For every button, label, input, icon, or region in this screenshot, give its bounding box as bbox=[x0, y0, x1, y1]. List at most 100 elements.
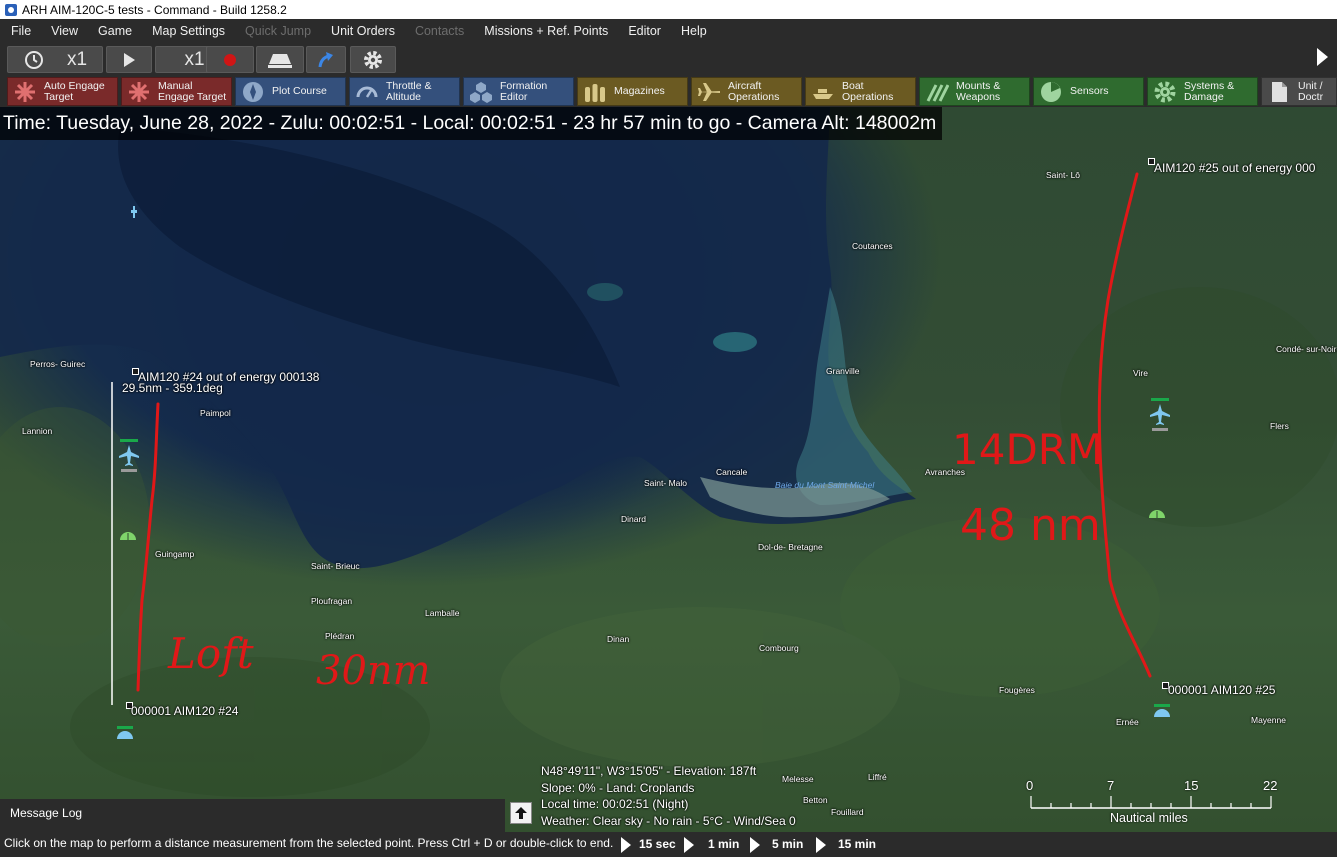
auto-engage-target-button[interactable]: Auto Engage Target bbox=[7, 77, 118, 106]
speed-1min-button[interactable]: 1 min bbox=[684, 832, 739, 857]
time-compression-button[interactable]: x1 bbox=[7, 46, 103, 73]
menu-unit-orders[interactable]: Unit Orders bbox=[321, 19, 405, 44]
play-button[interactable] bbox=[106, 46, 152, 73]
app-icon bbox=[5, 3, 17, 16]
town-label: Coutances bbox=[852, 241, 893, 251]
speed-label: 15 sec bbox=[639, 837, 676, 851]
town-label: Paimpol bbox=[200, 408, 231, 418]
town-label: Ernée bbox=[1116, 717, 1139, 727]
town-label: Liffré bbox=[868, 772, 887, 782]
aircraft-icon bbox=[696, 80, 722, 104]
throttle-altitude-button[interactable]: Throttle & Altitude bbox=[349, 77, 460, 106]
town-label: Flers bbox=[1270, 421, 1289, 431]
systems-damage-button[interactable]: Systems & Damage bbox=[1147, 77, 1258, 106]
aircraft-operations-button[interactable]: Aircraft Operations bbox=[691, 77, 802, 106]
scale-unit-label: Nautical miles bbox=[1110, 811, 1188, 825]
town-label: Guingamp bbox=[155, 549, 195, 559]
speed-5min-button[interactable]: 5 min bbox=[750, 832, 803, 857]
menu-help[interactable]: Help bbox=[671, 19, 717, 44]
clock-icon bbox=[24, 50, 43, 69]
menu-file[interactable]: File bbox=[0, 19, 41, 44]
speed-15min-button[interactable]: 15 min bbox=[816, 832, 876, 857]
scale-bar: 0 7 15 22 Nautical miles bbox=[1026, 778, 1277, 830]
gauge-icon bbox=[354, 80, 380, 104]
unit-label-aim120-25-energy[interactable]: AIM120 #25 out of energy 000 bbox=[1154, 162, 1315, 175]
menu-bar: File View Game Map Settings Quick Jump U… bbox=[0, 19, 1337, 44]
cog-icon bbox=[1152, 80, 1178, 104]
water-label: Baie du Mont Saint-Michel bbox=[775, 480, 875, 490]
airbase-icon[interactable] bbox=[1148, 509, 1166, 519]
airbase-icon[interactable] bbox=[119, 531, 137, 541]
unit-doctrine-button[interactable]: Unit / Doctr bbox=[1261, 77, 1337, 106]
town-label: Dol-de- Bretagne bbox=[758, 542, 823, 552]
town-label: Combourg bbox=[759, 643, 799, 653]
magazines-button[interactable]: Magazines bbox=[577, 77, 688, 106]
scale-tick-label: 7 bbox=[1107, 778, 1115, 793]
expand-arrow-icon bbox=[1317, 48, 1328, 66]
sensors-button[interactable]: Sensors bbox=[1033, 77, 1144, 106]
manual-engage-label: Manual Engage Target bbox=[158, 79, 227, 103]
menu-view[interactable]: View bbox=[41, 19, 88, 44]
speed-15sec-button[interactable]: 15 sec bbox=[621, 832, 676, 857]
play-icon bbox=[816, 836, 826, 853]
manual-engage-target-button[interactable]: Manual Engage Target bbox=[121, 77, 232, 106]
menu-map-settings[interactable]: Map Settings bbox=[142, 19, 235, 44]
menu-game[interactable]: Game bbox=[88, 19, 142, 44]
expand-log-button[interactable] bbox=[510, 802, 532, 824]
auto-engage-label: Auto Engage Target bbox=[44, 79, 105, 103]
town-label: Mayenne bbox=[1251, 715, 1286, 725]
expand-toolbar-button[interactable] bbox=[1307, 44, 1337, 70]
settings-button[interactable] bbox=[350, 46, 396, 73]
formation-editor-button[interactable]: Formation Editor bbox=[463, 77, 574, 106]
town-label: Cancale bbox=[716, 467, 748, 477]
buoy-icon[interactable] bbox=[130, 204, 138, 220]
town-label: Condé- sur-Noireau bbox=[1276, 344, 1337, 354]
town-label: Fougères bbox=[999, 685, 1035, 695]
play-icon bbox=[684, 836, 694, 853]
town-label: Lannion bbox=[22, 426, 53, 436]
document-icon bbox=[1266, 80, 1292, 104]
missiles-icon bbox=[924, 80, 950, 104]
tactical-map[interactable]: Saint- Lô Coutances Condé- sur-Noireau V… bbox=[0, 107, 1337, 832]
sensors-label: Sensors bbox=[1070, 85, 1109, 97]
cursor-local-time: Local time: 00:02:51 (Night) bbox=[541, 797, 689, 811]
aircraft-operations-label: Aircraft Operations bbox=[728, 79, 780, 103]
airbase-icon[interactable] bbox=[1153, 704, 1171, 718]
boat-operations-button[interactable]: Boat Operations bbox=[805, 77, 916, 106]
unit-label-aim120-24[interactable]: 000001 AIM120 #24 bbox=[131, 705, 238, 718]
town-label: Plédran bbox=[325, 631, 355, 641]
ammo-icon bbox=[582, 80, 608, 104]
hexagons-icon bbox=[468, 80, 494, 104]
airbase-icon[interactable] bbox=[116, 726, 134, 740]
cursor-terrain: Slope: 0% - Land: Croplands bbox=[541, 780, 695, 795]
town-label: Betton bbox=[803, 795, 828, 805]
town-label: Saint- Lô bbox=[1046, 170, 1081, 180]
status-bar: Click on the map to perform a distance m… bbox=[0, 832, 1337, 857]
formation-editor-label: Formation Editor bbox=[500, 79, 548, 103]
town-label: Saint- Brieuc bbox=[311, 561, 360, 571]
route-arrow-icon bbox=[318, 51, 333, 67]
record-button[interactable] bbox=[206, 46, 254, 73]
gear-icon bbox=[364, 50, 382, 69]
plot-course-button[interactable]: Plot Course bbox=[235, 77, 346, 106]
town-label: Avranches bbox=[925, 467, 966, 477]
bridge-button[interactable] bbox=[256, 46, 304, 73]
cursor-coords: N48°49'11", W3°15'05" - Elevation: 187ft bbox=[541, 764, 757, 778]
play-icon bbox=[750, 836, 760, 853]
scale-tick-label: 15 bbox=[1184, 778, 1199, 793]
cursor-weather: Weather: Clear sky - No rain - 5°C - Win… bbox=[541, 813, 796, 828]
cursor-info-panel: N48°49'11", W3°15'05" - Elevation: 187ft… bbox=[541, 763, 801, 829]
message-log-tab[interactable]: Message Log bbox=[0, 799, 505, 832]
route-button[interactable] bbox=[306, 46, 346, 73]
menu-contacts: Contacts bbox=[414, 24, 465, 38]
town-label: Fouillard bbox=[831, 807, 864, 817]
aircraft-icon[interactable] bbox=[118, 439, 140, 473]
control-toolbar: x1 x1 bbox=[0, 44, 1337, 76]
aircraft-icon[interactable] bbox=[1149, 398, 1171, 432]
menu-missions-ref-points[interactable]: Missions + Ref. Points bbox=[474, 19, 618, 44]
mounts-weapons-button[interactable]: Mounts & Weapons bbox=[919, 77, 1030, 106]
target-burst-icon bbox=[126, 80, 152, 104]
menu-editor[interactable]: Editor bbox=[618, 19, 671, 44]
unit-doctrine-label: Unit / Doctr bbox=[1298, 79, 1324, 103]
unit-label-aim120-25[interactable]: 000001 AIM120 #25 bbox=[1168, 684, 1275, 697]
